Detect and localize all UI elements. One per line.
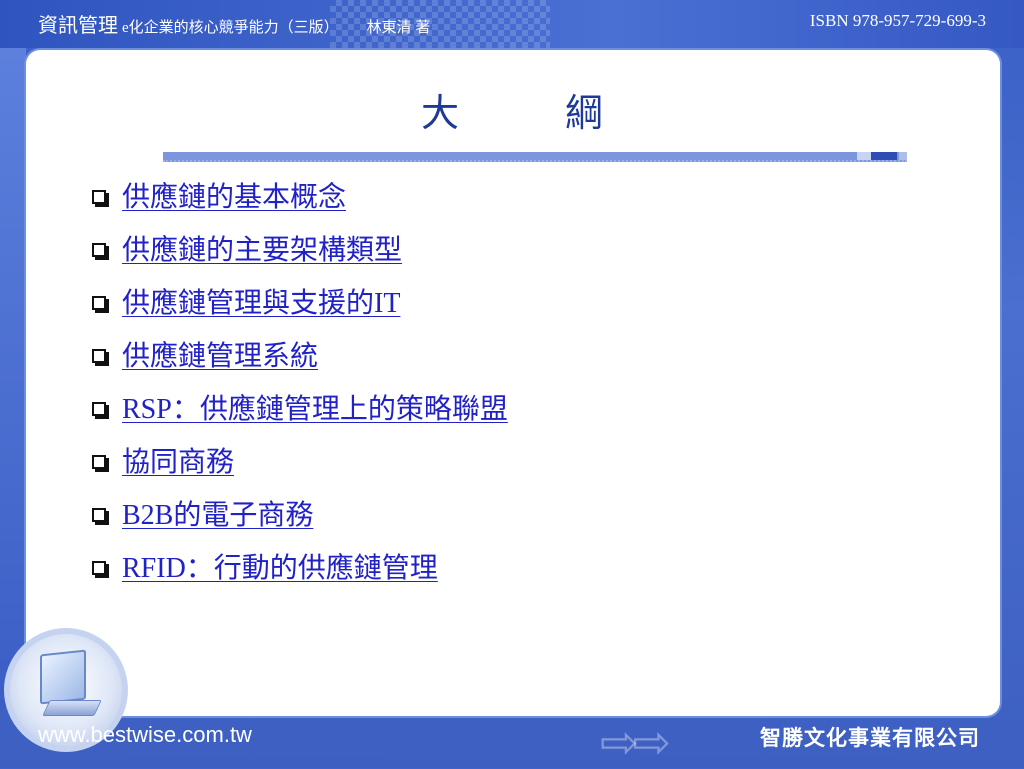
title-divider xyxy=(163,152,907,162)
outline-list: 供應鏈的基本概念 供應鏈的主要架構類型 供應鏈管理與支援的IT 供應鏈管理系統 … xyxy=(92,168,508,592)
hollow-square-bullet-icon xyxy=(92,189,106,204)
outline-item: 供應鏈的主要架構類型 xyxy=(92,221,508,274)
header-book-info: 資訊管理 e化企業的核心競爭能力（三版） 林東清 著 xyxy=(38,9,430,38)
outline-link-b2b-ecommerce[interactable]: B2B的電子商務 xyxy=(122,493,313,533)
double-arrow-icon: ⇨⇨ xyxy=(600,715,671,769)
book-subtitle: e化企業的核心競爭能力（三版） xyxy=(122,20,339,36)
hollow-square-bullet-icon xyxy=(92,242,106,257)
outline-item: 供應鏈管理系統 xyxy=(92,327,508,380)
book-title: 資訊管理 xyxy=(38,15,118,37)
outline-item: RFID：行動的供應鏈管理 xyxy=(92,539,508,592)
footer-company-name: 智勝文化事業有限公司 xyxy=(760,726,980,750)
hollow-square-bullet-icon xyxy=(92,507,106,522)
outline-link-collaborative-commerce[interactable]: 協同商務 xyxy=(122,440,234,480)
footer-url: www.bestwise.com.tw xyxy=(38,722,252,747)
hollow-square-bullet-icon xyxy=(92,295,106,310)
left-decoration xyxy=(0,48,26,708)
outline-item: RSP：供應鏈管理上的策略聯盟 xyxy=(92,380,508,433)
hollow-square-bullet-icon xyxy=(92,348,106,363)
outline-item: 協同商務 xyxy=(92,433,508,486)
outline-link-architecture-types[interactable]: 供應鏈的主要架構類型 xyxy=(122,228,402,268)
outline-link-scm-it-support[interactable]: 供應鏈管理與支援的IT xyxy=(122,281,400,321)
outline-item: B2B的電子商務 xyxy=(92,486,508,539)
slide-title: 大 綱 xyxy=(420,91,637,135)
outline-link-scm-systems[interactable]: 供應鏈管理系統 xyxy=(122,334,318,374)
monitor-screen-shape xyxy=(40,649,86,705)
outline-item: 供應鏈管理與支援的IT xyxy=(92,274,508,327)
keyboard-shape xyxy=(42,700,102,716)
hollow-square-bullet-icon xyxy=(92,560,106,575)
isbn-text: ISBN 978-957-729-699-3 xyxy=(809,11,986,30)
hollow-square-bullet-icon xyxy=(92,401,106,416)
hollow-square-bullet-icon xyxy=(92,454,106,469)
outline-link-supply-chain-basics[interactable]: 供應鏈的基本概念 xyxy=(122,175,346,215)
divider-segment xyxy=(857,152,871,160)
header-band: 資訊管理 e化企業的核心競爭能力（三版） 林東清 著 ISBN 978-957-72… xyxy=(0,0,1024,48)
divider-segment xyxy=(871,152,897,160)
divider-segment xyxy=(899,152,907,160)
book-author: 林東清 著 xyxy=(366,20,431,36)
outline-item: 供應鏈的基本概念 xyxy=(92,168,508,221)
outline-link-rfid[interactable]: RFID：行動的供應鏈管理 xyxy=(122,546,438,586)
outline-link-rsp-alliance[interactable]: RSP：供應鏈管理上的策略聯盟 xyxy=(122,387,508,427)
